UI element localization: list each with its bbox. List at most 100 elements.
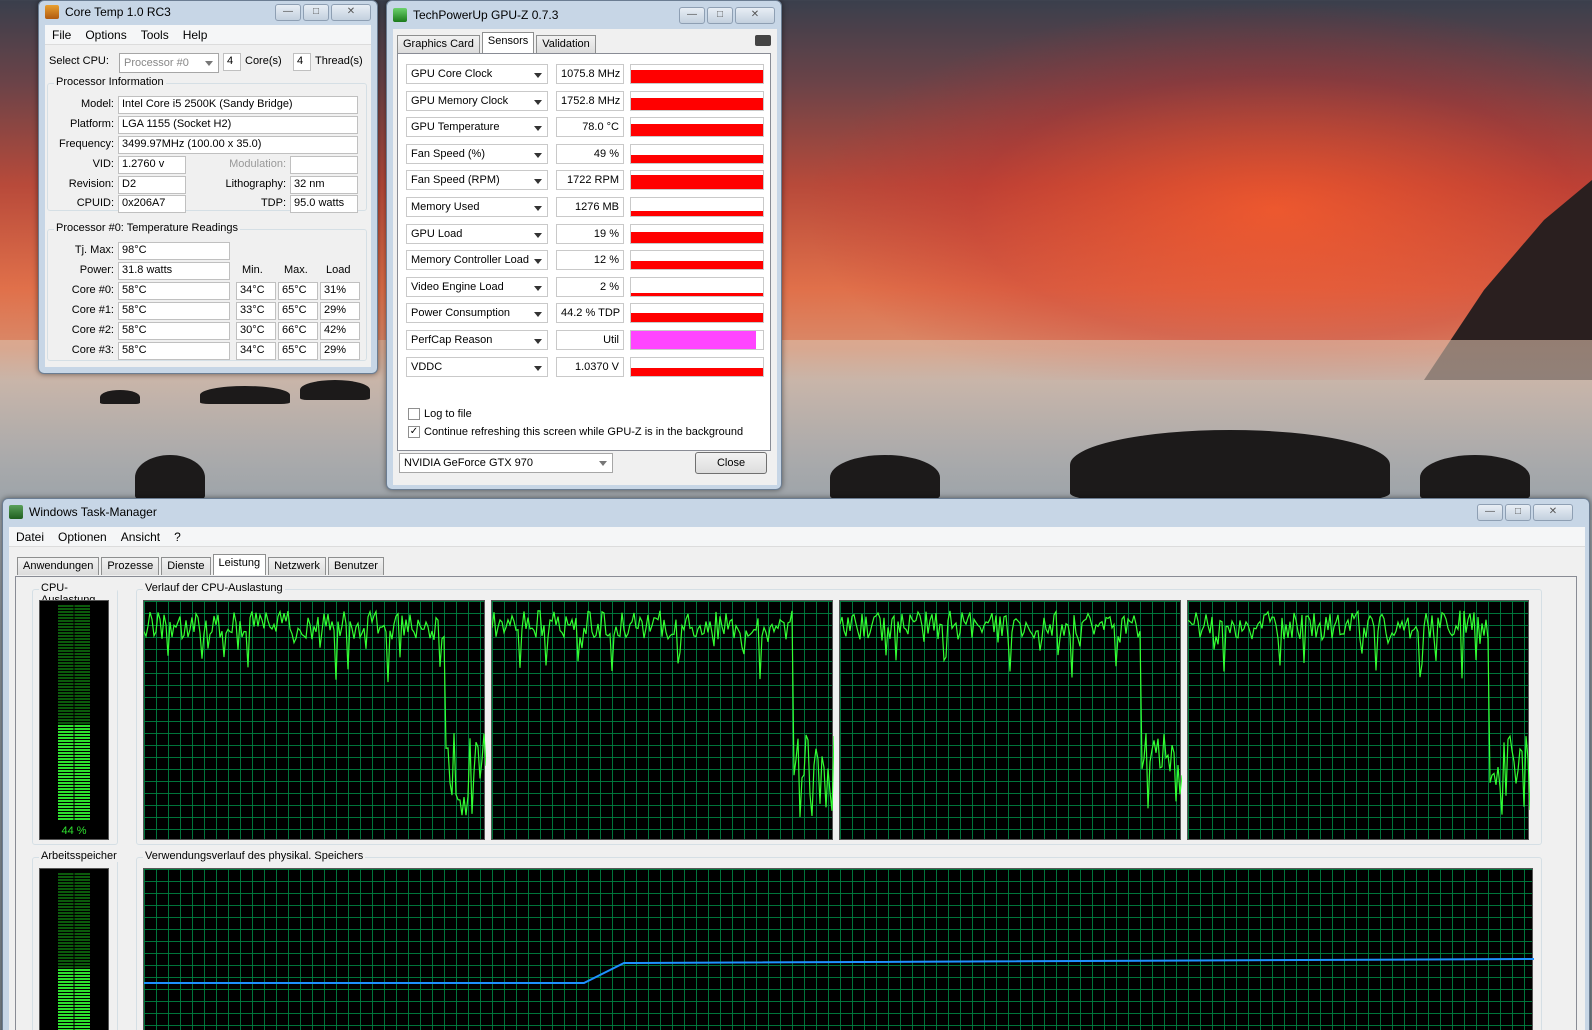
cpu-core-3-line <box>1188 609 1530 815</box>
lithography-label: Lithography: <box>225 178 286 190</box>
tab-benutzer[interactable]: Benutzer <box>327 557 384 575</box>
sensor-name-select[interactable]: Video Engine Load <box>406 276 548 297</box>
sensor-graph-bar <box>631 293 763 296</box>
sensor-value: 19 % <box>556 223 624 244</box>
maximize-button[interactable]: □ <box>303 3 329 21</box>
sensor-graph-bar <box>631 231 763 243</box>
sensor-name-select[interactable]: Memory Controller Load <box>406 250 548 271</box>
log-to-file-label: Log to file <box>424 408 472 420</box>
tdp-value: 95.0 watts <box>290 195 358 213</box>
sensor-name-select[interactable]: VDDC <box>406 356 548 377</box>
core-min: 30°C <box>236 322 276 340</box>
minimize-button[interactable]: — <box>1477 503 1503 521</box>
threads-count: 4 <box>293 53 311 71</box>
tab-prozesse[interactable]: Prozesse <box>101 557 160 575</box>
core-label: Core #2: <box>71 324 114 336</box>
sensor-graph-bar <box>631 175 763 190</box>
tab-validation[interactable]: Validation <box>536 35 596 53</box>
window-title: Windows Task-Manager <box>29 505 157 519</box>
menu-file[interactable]: File <box>45 28 78 42</box>
sensor-name-select[interactable]: Power Consumption <box>406 303 548 324</box>
close-button[interactable]: ✕ <box>1533 503 1573 521</box>
continue-refresh-row[interactable]: ✓ Continue refreshing this screen while G… <box>408 426 743 439</box>
sensor-name-select[interactable]: GPU Temperature <box>406 117 548 138</box>
menu-datei[interactable]: Datei <box>9 530 51 544</box>
camera-icon[interactable] <box>755 35 771 46</box>
sensor-value: 2 % <box>556 276 624 297</box>
taskmgr-window[interactable]: Windows Task-Manager — □ ✕ Datei Optione… <box>2 498 1590 1030</box>
menu-help[interactable]: Help <box>176 28 215 42</box>
taskmgr-tabs: Anwendungen Prozesse Dienste Leistung Ne… <box>17 554 384 575</box>
sensor-name-select[interactable]: Memory Used <box>406 197 548 217</box>
vid-value: 1.2760 v <box>118 156 186 174</box>
sensor-graph <box>630 330 764 350</box>
gpu-select[interactable]: NVIDIA GeForce GTX 970 <box>399 453 613 473</box>
wallpaper-rock <box>100 390 140 404</box>
coretemp-titlebar[interactable]: Core Temp 1.0 RC3 — □ ✕ <box>39 1 377 23</box>
power-label: Power: <box>79 264 114 276</box>
processor-select[interactable]: Processor #0 <box>119 53 219 73</box>
cpu-core-graph <box>143 600 486 840</box>
cpuid-value: 0x206A7 <box>118 195 186 213</box>
tab-graphics-card[interactable]: Graphics Card <box>397 35 480 53</box>
window-title: Core Temp 1.0 RC3 <box>65 5 171 19</box>
menu-tools[interactable]: Tools <box>134 28 176 42</box>
minimize-button[interactable]: — <box>679 6 705 24</box>
tab-leistung[interactable]: Leistung <box>212 554 267 575</box>
core-max: 65°C <box>278 282 318 300</box>
gpuz-logo-icon <box>393 8 407 22</box>
log-to-file-checkbox[interactable] <box>408 408 420 421</box>
sensor-name-select[interactable]: GPU Load <box>406 223 548 244</box>
sensor-value: 1075.8 MHz <box>556 64 624 84</box>
maximize-button[interactable]: □ <box>1505 503 1531 521</box>
memory-history-title: Verwendungsverlauf des physikal. Speiche… <box>143 850 366 862</box>
taskmgr-titlebar[interactable]: Windows Task-Manager — □ ✕ <box>3 499 1589 525</box>
sensor-graph-bar <box>631 331 757 349</box>
cpu-history-title: Verlauf der CPU-Auslastung <box>143 582 285 594</box>
core-load: 31% <box>320 282 360 300</box>
menu-options[interactable]: Options <box>78 28 133 42</box>
log-to-file-row[interactable]: Log to file <box>408 408 472 421</box>
processor-info-group: Processor Information Model: Intel Core … <box>47 76 367 213</box>
tab-sensors[interactable]: Sensors <box>481 32 535 53</box>
core-temp: 58°C <box>118 342 230 360</box>
gpuz-titlebar[interactable]: TechPowerUp GPU-Z 0.7.3 — □ ✕ <box>387 1 781 29</box>
menu-ansicht[interactable]: Ansicht <box>114 530 167 544</box>
minimize-button[interactable]: — <box>275 3 301 21</box>
coretemp-window[interactable]: Core Temp 1.0 RC3 — □ ✕ File Options Too… <box>38 0 378 374</box>
sensor-graph-bar <box>631 97 763 110</box>
frequency-value: 3499.97MHz (100.00 x 35.0) <box>118 136 358 154</box>
continue-refresh-checkbox[interactable]: ✓ <box>408 426 420 439</box>
sensor-graph <box>630 223 764 244</box>
sensor-name-select[interactable]: GPU Core Clock <box>406 64 548 84</box>
lithography-value: 32 nm <box>290 176 358 194</box>
menu-help[interactable]: ? <box>167 530 188 544</box>
modulation-value <box>290 156 358 174</box>
sensor-name-select[interactable]: GPU Memory Clock <box>406 90 548 111</box>
close-button[interactable]: ✕ <box>735 6 775 24</box>
core-load: 42% <box>320 322 360 340</box>
sensor-name-select[interactable]: Fan Speed (%) <box>406 143 548 164</box>
tab-anwendungen[interactable]: Anwendungen <box>17 557 100 575</box>
sensor-graph-bar <box>631 69 763 83</box>
sensor-name-select[interactable]: Fan Speed (RPM) <box>406 170 548 191</box>
sensor-row: PerfCap Reason Util <box>406 330 766 352</box>
temperature-group: Processor #0: Temperature Readings Tj. M… <box>47 222 367 361</box>
close-button[interactable]: ✕ <box>331 3 371 21</box>
wallpaper-rock <box>1070 430 1390 500</box>
tab-netzwerk[interactable]: Netzwerk <box>268 557 326 575</box>
sensor-name-select[interactable]: PerfCap Reason <box>406 330 548 350</box>
menu-bar: File Options Tools Help <box>45 25 371 45</box>
sensor-row: Power Consumption 44.2 % TDP <box>406 303 766 325</box>
taskmgr-client: Datei Optionen Ansicht ? Anwendungen Pro… <box>9 527 1585 1030</box>
menu-optionen[interactable]: Optionen <box>51 530 114 544</box>
maximize-button[interactable]: □ <box>707 6 733 24</box>
sensor-value: 78.0 °C <box>556 117 624 138</box>
threads-label: Thread(s) <box>315 55 363 67</box>
core-label: Core #3: <box>71 344 114 356</box>
col-max-header: Max. <box>284 264 308 276</box>
gpuz-window[interactable]: TechPowerUp GPU-Z 0.7.3 — □ ✕ Graphics C… <box>386 0 782 490</box>
tab-dienste[interactable]: Dienste <box>161 557 211 575</box>
close-dialog-button[interactable]: Close <box>695 452 767 474</box>
sensor-row: Fan Speed (RPM) 1722 RPM <box>406 170 766 192</box>
